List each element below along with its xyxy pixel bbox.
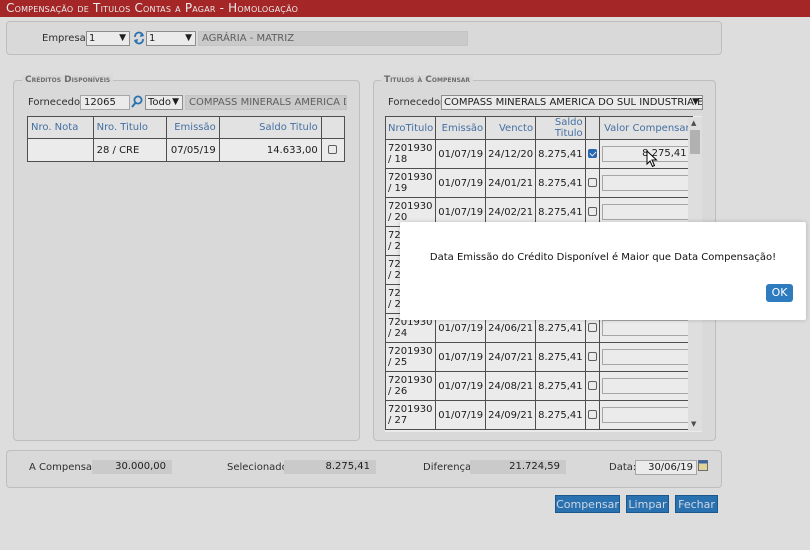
alert-dialog: Data Emissão do Crédito Disponível é Mai… [400, 222, 806, 320]
cursor-icon [646, 149, 658, 168]
ok-button[interactable]: OK [766, 284, 793, 302]
dialog-message: Data Emissão do Crédito Disponível é Mai… [429, 252, 777, 263]
